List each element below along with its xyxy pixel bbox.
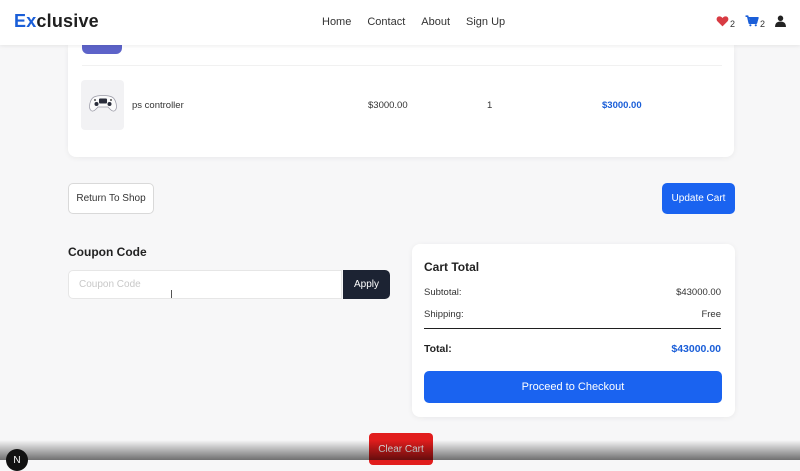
user-icon xyxy=(775,14,786,32)
product-quantity[interactable]: 1 xyxy=(487,100,492,111)
clear-cart-button[interactable]: Clear Cart xyxy=(369,433,433,465)
coupon-title: Coupon Code xyxy=(68,245,147,259)
header-bar: Exclusive Home Contact About Sign Up 2 2 xyxy=(0,0,800,45)
cart-table: ps controller $3000.00 1 $3000.00 xyxy=(68,45,734,157)
cart-button[interactable]: 2 xyxy=(745,14,765,32)
logo-prefix: Ex xyxy=(14,11,37,31)
logo-text: clusive xyxy=(36,11,99,31)
gamepad-icon xyxy=(88,92,118,119)
return-to-shop-button[interactable]: Return To Shop xyxy=(68,183,154,214)
subtotal-row: Subtotal: $43000.00 xyxy=(424,287,721,298)
cart-total-title: Cart Total xyxy=(424,260,480,274)
product-name: ps controller xyxy=(132,100,184,111)
account-button[interactable] xyxy=(775,14,786,32)
text-cursor xyxy=(171,290,172,298)
total-divider xyxy=(424,328,721,329)
shipping-value: Free xyxy=(701,309,721,320)
wishlist-count: 2 xyxy=(729,19,735,29)
n-badge[interactable]: N xyxy=(6,449,28,471)
cart-icon xyxy=(745,14,759,32)
subtotal-label: Subtotal: xyxy=(424,287,462,298)
total-label: Total: xyxy=(424,343,452,355)
row-divider xyxy=(82,65,722,66)
cart-count: 2 xyxy=(759,19,765,29)
heart-icon xyxy=(716,14,729,32)
coupon-input[interactable] xyxy=(68,270,342,299)
update-cart-button[interactable]: Update Cart xyxy=(662,183,735,214)
nav-about-link[interactable]: About xyxy=(421,16,450,28)
shipping-row: Shipping: Free xyxy=(424,309,721,320)
shipping-label: Shipping: xyxy=(424,309,464,320)
proceed-to-checkout-button[interactable]: Proceed to Checkout xyxy=(424,371,722,403)
wishlist-button[interactable]: 2 xyxy=(716,14,735,32)
total-value: $43000.00 xyxy=(671,343,721,355)
nav-contact-link[interactable]: Contact xyxy=(367,16,405,28)
cart-total-panel: Cart Total Subtotal: $43000.00 Shipping:… xyxy=(412,244,735,417)
subtotal-value: $43000.00 xyxy=(676,287,721,298)
main-nav: Home Contact About Sign Up xyxy=(322,16,521,28)
nav-home-link[interactable]: Home xyxy=(322,16,351,28)
apply-coupon-button[interactable]: Apply xyxy=(343,270,390,299)
total-row: Total: $43000.00 xyxy=(424,343,721,355)
nav-signup-link[interactable]: Sign Up xyxy=(466,16,505,28)
logo[interactable]: Exclusive xyxy=(14,11,99,32)
table-row: ps controller $3000.00 1 $3000.00 xyxy=(68,80,734,130)
previous-item-thumbnail xyxy=(82,45,122,54)
header-icons: 2 2 xyxy=(716,14,786,32)
product-thumbnail[interactable] xyxy=(81,80,124,130)
product-price: $3000.00 xyxy=(368,100,408,111)
product-subtotal: $3000.00 xyxy=(602,100,642,111)
